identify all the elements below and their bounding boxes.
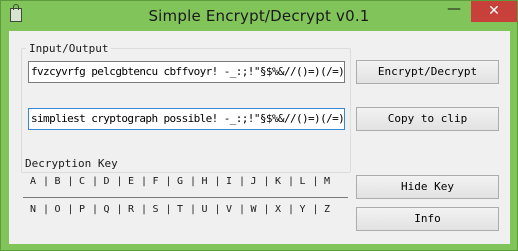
key-letter: S <box>152 204 159 215</box>
key-letter: F <box>152 176 159 187</box>
decryption-key-label: Decryption Key <box>25 157 118 170</box>
copy-to-clip-button[interactable]: Copy to clip <box>356 107 499 131</box>
key-letter: U <box>201 204 208 215</box>
key-letter: J <box>250 176 257 187</box>
decrypted-text-input[interactable]: simpliest cryptograph possible! -_:;!"§$… <box>28 108 345 130</box>
key-row-a-m: A | B | C | D | E | F | G | H | I | J | K | L | M <box>21 176 341 190</box>
key-letter: R <box>127 204 135 215</box>
key-divider <box>23 197 348 198</box>
encrypt-decrypt-button[interactable]: Encrypt/Decrypt <box>356 60 499 84</box>
info-button[interactable]: Info <box>356 207 499 231</box>
key-letter: C <box>78 176 86 187</box>
minimize-button[interactable]: — <box>441 2 467 22</box>
hide-key-button[interactable]: Hide Key <box>356 175 499 199</box>
key-row-n-z: N | O | P | Q | R | S | T | U | V | W | X | Y | Z <box>21 204 341 218</box>
io-group-label: Input/Output <box>26 42 112 55</box>
title-bar[interactable]: Simple Encrypt/Decrypt v0.1 — ✕ <box>1 1 517 31</box>
key-letter: B <box>54 176 61 187</box>
key-letter: E <box>127 176 135 187</box>
key-letter: G <box>176 176 184 187</box>
encrypted-text-input[interactable]: fvzcyvrfg pelcgbtencu cbffvoyr! -_:;!"§$… <box>28 61 345 83</box>
key-letter: T <box>176 204 184 215</box>
key-letter: P <box>78 204 86 215</box>
key-letter: K <box>274 176 282 187</box>
key-letter: Z <box>323 204 331 215</box>
key-letter: N <box>29 204 37 215</box>
app-window: Simple Encrypt/Decrypt v0.1 — ✕ Input/Ou… <box>0 0 518 251</box>
key-letter: D <box>103 176 110 187</box>
key-letter: Q <box>103 204 110 215</box>
key-letter: X <box>274 204 282 215</box>
key-letter: O <box>54 204 61 215</box>
key-letter: H <box>201 176 208 187</box>
key-letter: A <box>29 176 37 187</box>
key-letter: I <box>225 176 233 187</box>
key-letter: L <box>299 176 306 187</box>
key-letter: Y <box>299 204 306 215</box>
client-area: Input/Output fvzcyvrfg pelcgbtencu cbffv… <box>9 31 510 244</box>
key-letter: V <box>225 204 233 215</box>
window-title: Simple Encrypt/Decrypt v0.1 <box>148 7 370 25</box>
key-letter: M <box>323 176 331 187</box>
close-button[interactable]: ✕ <box>471 1 517 22</box>
key-letter: W <box>250 204 257 215</box>
